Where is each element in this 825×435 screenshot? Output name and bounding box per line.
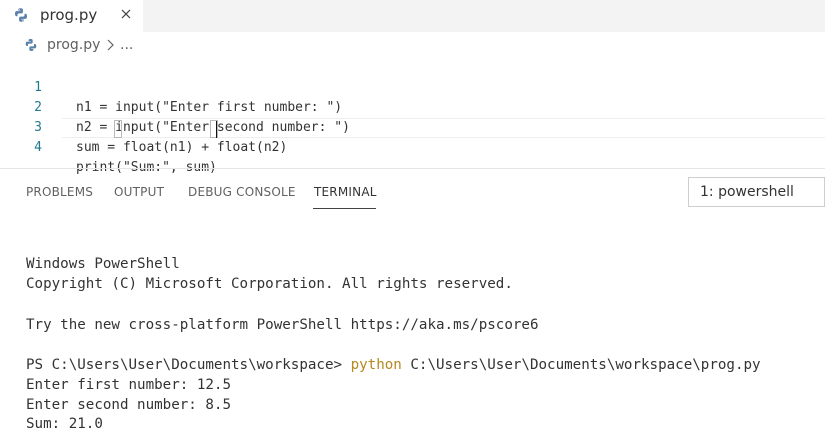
python-file-icon — [15, 8, 27, 22]
code-line: 3 sum = float(n1) + float(n2) — [0, 98, 825, 155]
code-line: 2 n2 = input("Enter second number: ") — [0, 78, 825, 135]
terminal-header: Windows PowerShell — [26, 256, 180, 272]
tab-output[interactable]: OUTPUT — [114, 185, 164, 199]
terminal-output-line: Enter second number: 8.5 — [26, 397, 231, 413]
tab-debug-console[interactable]: DEBUG CONSOLE — [188, 185, 296, 199]
breadcrumb-more[interactable]: ... — [120, 37, 133, 53]
text-cursor — [216, 121, 217, 138]
editor-tab-prog-py[interactable]: prog.py — [0, 0, 143, 32]
terminal-command-args: C:\Users\User\Documents\workspace\prog.p… — [401, 357, 761, 373]
terminal-output-line: Enter first number: 12.5 — [26, 377, 231, 393]
terminal-copyright: Copyright (C) Microsoft Corporation. All… — [26, 276, 513, 292]
active-tab-indicator — [313, 208, 376, 209]
code-editor[interactable]: 1 n1 = input("Enter first number: ") 2 n… — [0, 58, 825, 175]
terminal-output-line: Sum: 21.0 — [26, 416, 103, 432]
vscode-window: prog.py prog.py ... 1 n1 = input("Enter … — [0, 0, 825, 435]
terminal-select-dropdown[interactable]: 1: powershell — [688, 177, 825, 207]
code-line: 1 n1 = input("Enter first number: ") — [0, 58, 825, 115]
tab-terminal[interactable]: TERMINAL — [314, 185, 377, 199]
terminal-command-keyword: python — [350, 357, 402, 373]
terminal-prompt: PS C:\Users\User\Documents\workspace> — [26, 357, 351, 373]
breadcrumb: prog.py ... — [0, 34, 825, 56]
terminal-tip: Try the new cross-platform PowerShell ht… — [26, 317, 539, 333]
bracket-match-open — [114, 120, 122, 138]
breadcrumb-file[interactable]: prog.py — [47, 37, 100, 53]
tab-label: prog.py — [40, 6, 98, 24]
panel-divider — [0, 168, 825, 169]
line-code[interactable]: sum = float(n1) + float(n2) — [76, 138, 287, 158]
line-number: 4 — [34, 140, 42, 155]
chevron-right-icon — [107, 39, 114, 51]
terminal-command-line: PS C:\Users\User\Documents\workspace> py… — [26, 355, 761, 375]
tab-problems[interactable]: PROBLEMS — [26, 185, 93, 199]
terminal-select-value: 1: powershell — [700, 184, 794, 200]
code-line: 4 print("Sum:", sum) — [0, 118, 825, 175]
python-file-icon — [25, 39, 37, 51]
editor-tab-bar: prog.py — [0, 0, 825, 32]
close-icon[interactable] — [118, 6, 134, 22]
